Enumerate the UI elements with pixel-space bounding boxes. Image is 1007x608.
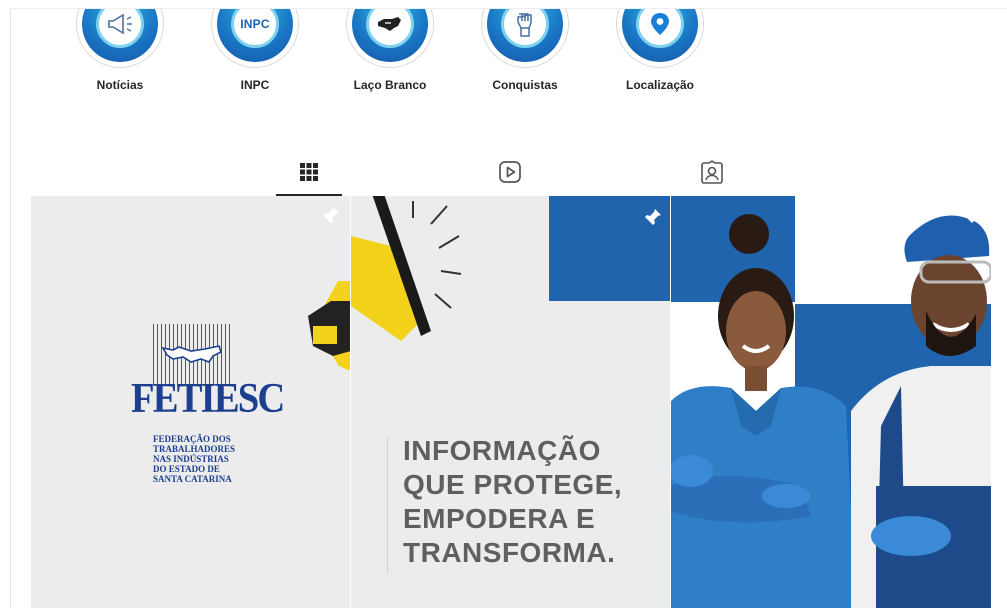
profile-tabs xyxy=(10,148,1007,196)
highlight-ring xyxy=(616,8,704,68)
post-headline: INFORMAÇÃO QUE PROTEGE, EMPODERA E TRANS… xyxy=(403,435,623,568)
reels-icon xyxy=(499,161,521,183)
highlight-ring xyxy=(76,8,164,68)
profile-content: Notícias INPC INPC Laço Branco Conquista… xyxy=(10,8,1007,608)
hand-icon xyxy=(366,8,414,48)
post-tile-fetiesc[interactable]: FETIESC FEDERAÇÃO DOS TRABALHADORES NAS … xyxy=(31,196,350,608)
workers-photo xyxy=(671,214,991,608)
inpc-badge-text: INPC xyxy=(240,17,270,31)
highlight-label: Localização xyxy=(625,78,695,92)
highlight-label: INPC xyxy=(240,78,270,92)
tagged-icon xyxy=(701,160,723,184)
tab-posts[interactable] xyxy=(276,148,342,196)
highlight-label: Laço Branco xyxy=(353,78,427,92)
frame-border xyxy=(10,8,11,608)
logo-title: FETIESC xyxy=(131,376,285,422)
frame-border xyxy=(10,8,1007,9)
pin-icon xyxy=(964,207,980,223)
story-highlights: Notícias INPC INPC Laço Branco Conquista… xyxy=(10,8,1007,118)
divider-line xyxy=(387,438,388,574)
logo-subtitle: FEDERAÇÃO DOS TRABALHADORES NAS INDÚSTRI… xyxy=(153,434,236,484)
posts-grid: FETIESC FEDERAÇÃO DOS TRABALHADORES NAS … xyxy=(31,196,991,608)
highlight-ring xyxy=(481,8,569,68)
raised-fist-icon xyxy=(501,8,549,48)
grid-icon xyxy=(300,163,318,181)
pin-icon xyxy=(323,207,339,223)
megaphone-icon xyxy=(96,8,144,48)
tab-reels[interactable] xyxy=(477,148,543,196)
post-tile-informacao[interactable]: INFORMAÇÃO QUE PROTEGE, EMPODERA E TRANS… xyxy=(351,196,670,608)
megaphone-illustration xyxy=(308,281,350,371)
tab-tagged[interactable] xyxy=(679,148,745,196)
highlight-label: Notícias xyxy=(96,78,144,92)
post-tile-workers[interactable] xyxy=(671,196,991,608)
inpc-badge-icon: INPC xyxy=(231,8,279,48)
highlight-label: Conquistas xyxy=(492,78,558,92)
location-pin-icon xyxy=(636,8,684,48)
megaphone-illustration xyxy=(351,196,462,341)
highlight-ring: INPC xyxy=(211,8,299,68)
pin-icon xyxy=(645,209,661,225)
highlight-ring xyxy=(346,8,434,68)
